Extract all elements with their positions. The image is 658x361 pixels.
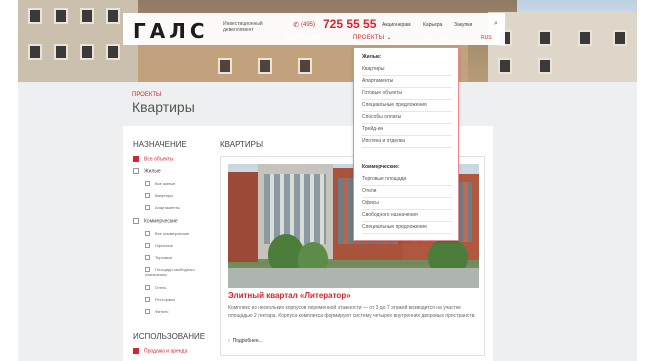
top-link-shareholders[interactable]: Акционерам [382,22,411,28]
projects-dropdown: Жилые: Квартиры Апартаменты Готовые объе… [353,47,459,241]
filter-all-objects[interactable]: Все объекты [133,156,174,162]
project-title[interactable]: Элитный квартал «Литератор» [228,291,351,300]
chevron-down-icon: ⌄ [386,35,392,41]
lang-eng[interactable]: ENG [494,35,505,41]
lang-rus[interactable]: RUS [481,35,492,41]
checkbox[interactable] [133,168,139,174]
dropdown-item[interactable]: Специальные предложения [362,100,452,112]
top-link-procurement[interactable]: Закупки [454,22,472,28]
filter-retail[interactable]: Торговые [145,255,172,261]
filter-heading: НАЗНАЧЕНИЕ [133,140,187,149]
chevron-down-icon: ⌄ [463,35,470,41]
checkbox[interactable] [145,181,150,187]
checkbox[interactable] [133,156,139,162]
logo[interactable]: ГАЛС [133,19,209,43]
checkbox[interactable] [145,205,150,211]
chevron-right-icon: › [228,338,230,344]
filter-apartments[interactable]: Квартиры [145,193,173,199]
more-link[interactable]: › Подробнее... [228,338,263,344]
usage-heading: ИСПОЛЬЗОВАНИЕ [133,332,206,341]
dropdown-item[interactable]: Квартиры [362,64,452,76]
dropdown-item[interactable]: Свободного назначения [362,210,452,222]
filter-free-use[interactable]: Площади свободного назначения [145,267,215,277]
results-heading: КВАРТИРЫ [220,140,264,149]
browser-viewport: ГАЛС Инвестиционный девелопмент ✆ (495) … [18,0,637,361]
filter-fitness[interactable]: Фитнес [145,309,169,315]
nav-company[interactable]: КОМПАНИЯ ⌄ [286,34,330,41]
checkbox[interactable] [145,231,150,237]
breadcrumb[interactable]: ПРОЕКТЫ [132,92,161,98]
checkbox[interactable] [145,309,150,315]
dropdown-item[interactable]: Торговые площади [362,174,452,186]
project-description: Комплекс из нескольких корпусов переменн… [228,305,476,319]
dropdown-item[interactable]: Апартаменты [362,76,452,88]
dropdown-item[interactable]: Специальные предложения [362,222,452,234]
filter-offices[interactable]: Офисные [145,243,173,249]
checkbox[interactable] [145,297,150,303]
nav-projects[interactable]: ПРОЕКТЫ ⌄ [353,34,392,41]
phone-icon: ✆ [293,22,299,29]
dropdown-heading-commercial: Коммерческие: [362,164,400,170]
filter-restaurants[interactable]: Рестораны [145,297,175,303]
checkbox[interactable] [145,285,150,291]
nav-press-center[interactable]: ПРЕСС-ЦЕНТР ⌄ [415,34,469,41]
filter-all-commercial[interactable]: Все коммерческие [145,231,189,237]
logo-tagline: Инвестиционный девелопмент [223,21,263,33]
dropdown-item[interactable]: Офисы [362,198,452,210]
filter-commercial[interactable]: Коммерческие [133,218,178,224]
search-icon[interactable]: ⌕ [494,20,498,28]
filter-aparthotels[interactable]: Апартаменты [145,205,180,211]
checkbox[interactable] [145,243,150,249]
filter-sale-and-rent[interactable]: Продажа и аренда [133,348,187,354]
checkbox[interactable] [145,255,150,261]
dropdown-item[interactable]: Способы оплаты [362,112,452,124]
chevron-down-icon: ⌄ [324,35,331,41]
dropdown-heading-residential: Жилые: [362,54,382,60]
dropdown-item[interactable]: Трейд-ин [362,124,452,136]
dropdown-item[interactable]: Ипотека и отделка [362,136,452,148]
filter-residential[interactable]: Жилые [133,168,161,174]
checkbox[interactable] [133,348,139,354]
page-title: Квартиры [132,99,195,115]
dropdown-item[interactable]: Готовые объекты [362,88,452,100]
top-link-career[interactable]: Карьера [423,22,442,28]
phone-number[interactable]: 725 55 55 [323,17,376,31]
filter-all-residential[interactable]: Все жилые [145,181,175,187]
phone-code: (495) [301,22,316,28]
dropdown-item[interactable]: Отели [362,186,452,198]
checkbox[interactable] [145,193,150,199]
checkbox[interactable] [133,218,139,224]
filter-hotel[interactable]: Отель [145,285,166,291]
